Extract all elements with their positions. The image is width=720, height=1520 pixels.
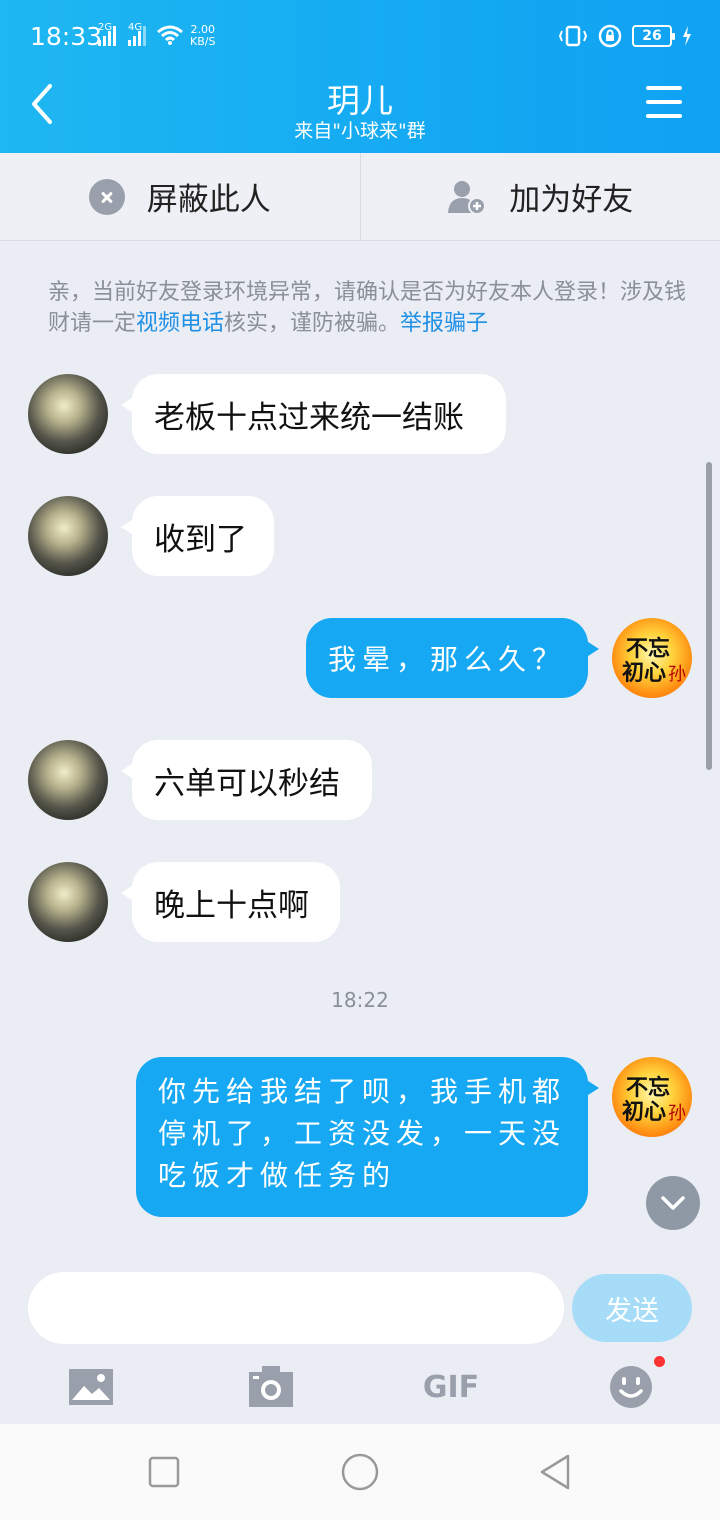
action-bar: 屏蔽此人 加为好友 <box>0 153 720 241</box>
svg-text:不忘: 不忘 <box>626 1075 670 1101</box>
home-button[interactable] <box>340 1452 380 1492</box>
charging-icon <box>683 26 691 46</box>
message-timestamp: 18:22 <box>331 988 389 1012</box>
avatar[interactable] <box>28 740 108 820</box>
gif-button[interactable]: GIF <box>422 1362 480 1412</box>
emoji-icon <box>610 1366 652 1408</box>
svg-text:孙: 孙 <box>668 1103 686 1124</box>
header: 18:33 2G 4G 2.00 KB/S 26 玥儿 来自"小球来"群 <box>0 0 720 153</box>
block-icon <box>88 178 125 215</box>
image-button[interactable] <box>66 1362 116 1412</box>
net-speed: 2.00 KB/S <box>190 23 216 48</box>
recents-button[interactable] <box>144 1452 184 1492</box>
message-input[interactable] <box>28 1272 564 1344</box>
vibrate-icon <box>558 25 588 47</box>
status-right: 26 <box>558 24 692 48</box>
svg-text:孙: 孙 <box>668 664 686 685</box>
security-notice: 亲，当前好友登录环境异常，请确认是否为好友本人登录！涉及钱财请一定视频电话核实，… <box>48 280 687 336</box>
message-bubble-in[interactable]: 老板十点过来统一结账 <box>121 374 506 454</box>
signal-4g-icon: 4G <box>128 22 146 46</box>
message-bubble-in[interactable]: 晚上十点啊 <box>121 862 340 942</box>
avatar[interactable] <box>28 496 108 576</box>
add-friend-icon <box>448 180 487 215</box>
rotation-lock-icon <box>598 24 622 48</box>
menu-button[interactable] <box>646 86 682 118</box>
avatar-logo: 不忘 初心 孙 <box>622 636 686 686</box>
avatar[interactable] <box>28 862 108 942</box>
svg-text:初心: 初心 <box>622 660 666 686</box>
avatar[interactable]: 不忘 初心 孙 <box>612 618 692 698</box>
chat-title: 玥儿 <box>327 81 393 120</box>
image-icon <box>69 1369 113 1405</box>
composer: 发送 GIF <box>0 1250 720 1424</box>
scroll-to-bottom-button[interactable] <box>646 1176 700 1230</box>
scrollbar[interactable] <box>706 462 712 770</box>
avatar-logo: 不忘 初心 孙 <box>622 1075 686 1125</box>
message-bubble-out[interactable]: 你先给我结了呗，我手机都停机了，工资没发，一天没吃饭才做任务的 <box>136 1057 599 1217</box>
system-nav-bar <box>0 1424 720 1520</box>
svg-text:初心: 初心 <box>622 1099 666 1125</box>
video-call-link[interactable]: 视频电话 <box>136 311 224 336</box>
avatar[interactable] <box>28 374 108 454</box>
chat-subtitle: 来自"小球来"群 <box>294 120 426 142</box>
message-bubble-out[interactable]: 我晕，那么久？ <box>306 618 599 698</box>
wifi-icon <box>157 25 183 45</box>
camera-button[interactable] <box>246 1362 296 1412</box>
status-bar: 18:33 2G 4G 2.00 KB/S 26 <box>0 0 720 72</box>
camera-icon <box>249 1366 293 1407</box>
battery-icon: 26 <box>632 25 675 47</box>
add-friend-button[interactable]: 加为好友 <box>359 153 720 240</box>
chevron-down-icon <box>661 1196 685 1210</box>
back-button[interactable] <box>22 80 66 128</box>
message-bubble-in[interactable]: 收到了 <box>121 496 274 576</box>
add-friend-label: 加为好友 <box>509 182 634 218</box>
gif-icon: GIF <box>422 1369 480 1405</box>
block-user-label: 屏蔽此人 <box>146 182 271 218</box>
send-button[interactable]: 发送 <box>572 1274 692 1342</box>
notification-dot <box>654 1356 665 1367</box>
report-scammer-link[interactable]: 举报骗子 <box>400 311 488 336</box>
block-user-button[interactable]: 屏蔽此人 <box>0 153 360 240</box>
avatar[interactable]: 不忘 初心 孙 <box>612 1057 692 1137</box>
system-back-button[interactable] <box>536 1452 576 1492</box>
svg-text:不忘: 不忘 <box>626 636 670 662</box>
signal-2g-icon: 2G <box>98 22 116 46</box>
message-bubble-in[interactable]: 六单可以秒结 <box>121 740 372 820</box>
emoji-button[interactable] <box>606 1362 656 1412</box>
status-time: 18:33 <box>30 22 103 51</box>
